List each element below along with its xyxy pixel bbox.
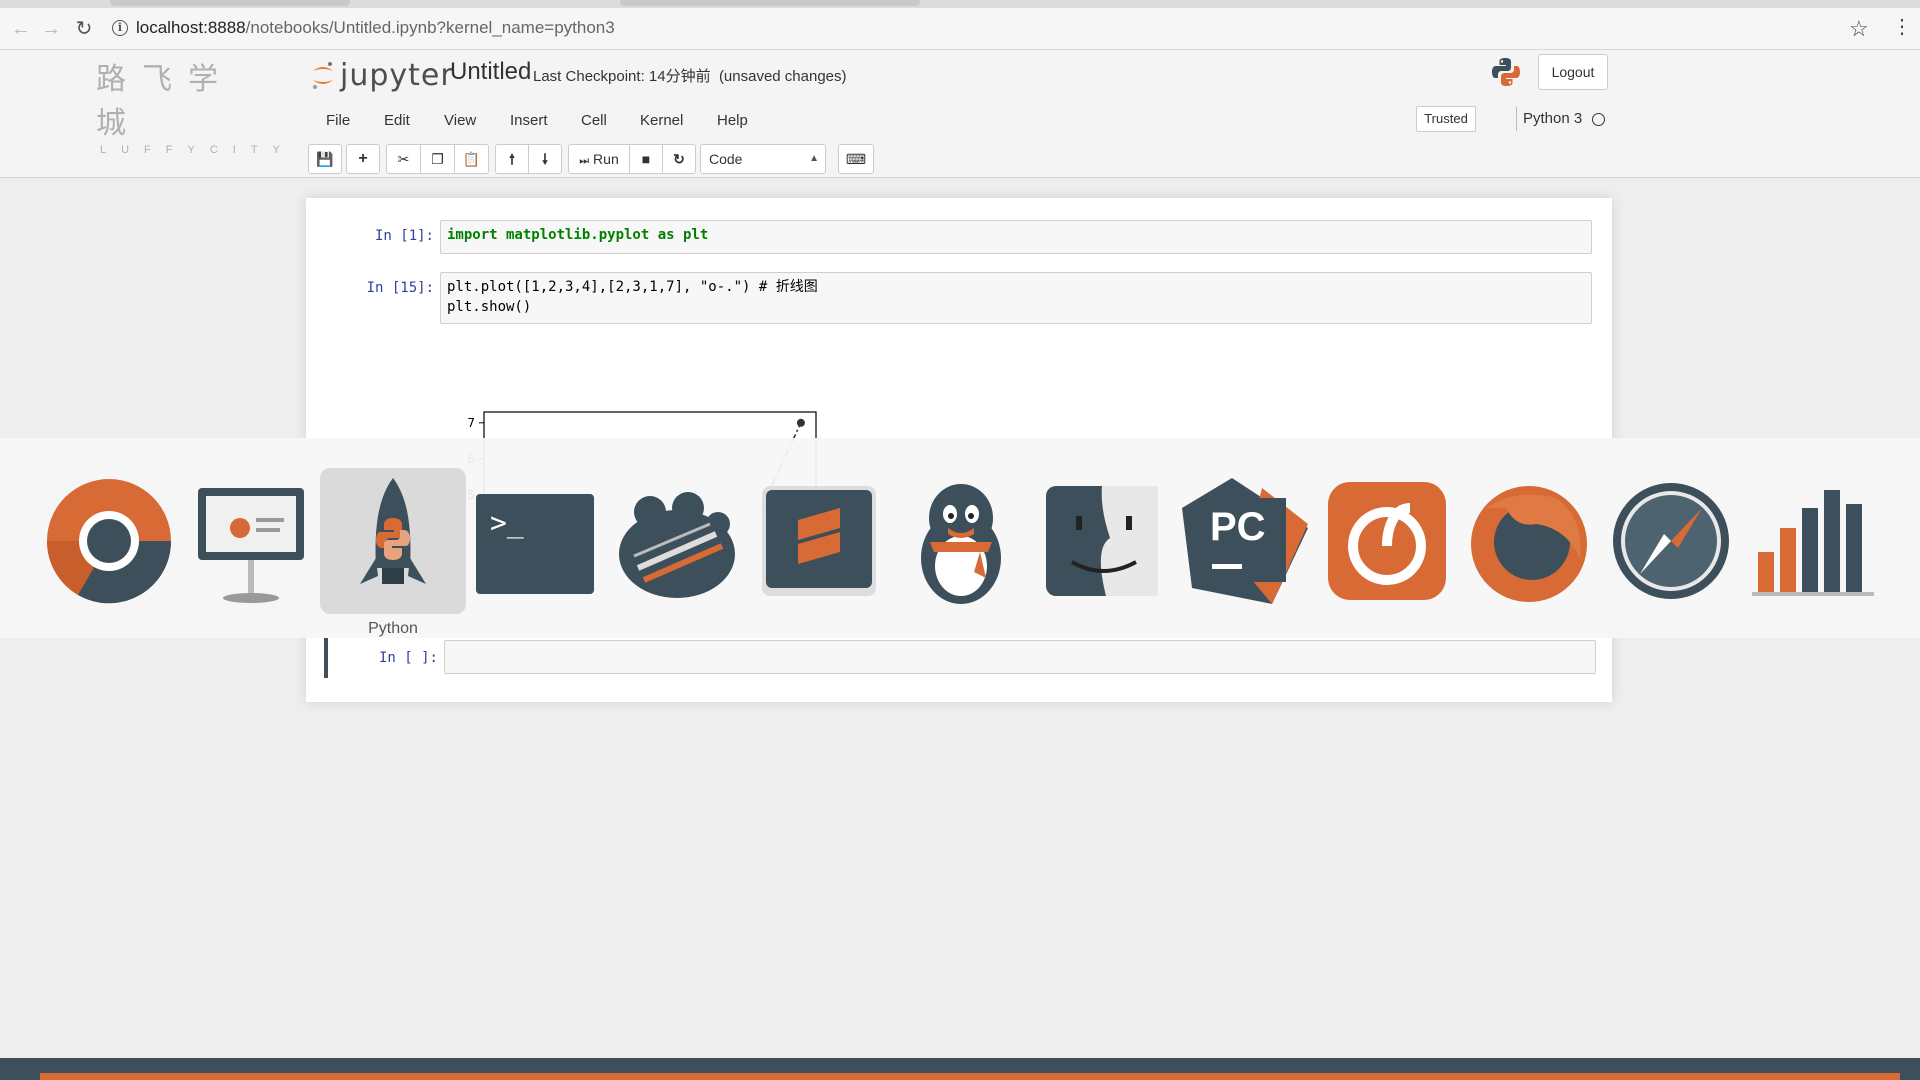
menu-edit[interactable]: Edit bbox=[384, 106, 410, 136]
run-button[interactable]: ⏭ Run bbox=[568, 144, 630, 174]
run-label: Run bbox=[593, 151, 619, 167]
terminal-icon[interactable]: >_ bbox=[462, 468, 608, 614]
browser-menu-icon[interactable]: ⋮ bbox=[1892, 16, 1912, 38]
cell-prompt: In [1]: bbox=[374, 228, 434, 244]
move-down-icon[interactable]: 🠗 bbox=[528, 144, 562, 174]
brand-en: LUFFYCITY bbox=[100, 144, 295, 156]
browser-tab[interactable] bbox=[110, 0, 350, 6]
reload-icon[interactable]: ↻ bbox=[73, 18, 95, 40]
checkpoint-status: Last Checkpoint: 14分钟前 (unsaved changes) bbox=[533, 65, 847, 86]
back-arrow-icon[interactable]: ← bbox=[10, 18, 32, 40]
copy-icon[interactable]: ❐ bbox=[420, 144, 455, 174]
data-point bbox=[796, 418, 805, 427]
url-path: /notebooks/Untitled.ipynb?kernel_name=py… bbox=[245, 18, 615, 37]
code-line: plt.plot([1,2,3,4],[2,3,1,7], "o-.") # 折… bbox=[447, 279, 818, 295]
tab-strip bbox=[0, 0, 1920, 8]
cell-type-select[interactable]: Code▲▼ bbox=[700, 144, 826, 192]
insert-cell-icon[interactable]: + bbox=[346, 144, 380, 174]
jupyter-header: 路飞学城 LUFFYCITY jupyter Untitled Last Che… bbox=[0, 50, 1920, 192]
address-bar: ← → ↻ i localhost:8888/notebooks/Untitle… bbox=[0, 8, 1920, 50]
firefox-icon[interactable] bbox=[1456, 468, 1602, 614]
unsaved-indicator: (unsaved changes) bbox=[718, 68, 847, 85]
app-switcher: >_ PC Python bbox=[0, 438, 1920, 638]
kernel-idle-indicator-icon bbox=[1592, 113, 1605, 126]
menu-help[interactable]: Help bbox=[717, 106, 748, 136]
cell-prompt: In [15]: bbox=[366, 280, 434, 296]
menu-kernel[interactable]: Kernel bbox=[640, 106, 683, 136]
menu-cell[interactable]: Cell bbox=[581, 106, 607, 136]
browser-tab[interactable] bbox=[620, 0, 920, 6]
numbers-icon[interactable] bbox=[1740, 468, 1886, 614]
cut-icon[interactable]: ✂ bbox=[386, 144, 421, 174]
y-tick-label: 7 bbox=[467, 416, 475, 430]
code-cell-selected[interactable]: In [ ]: bbox=[324, 638, 1596, 678]
safari-icon[interactable] bbox=[1598, 468, 1744, 614]
qq-icon[interactable] bbox=[888, 468, 1034, 614]
taskbar-strip bbox=[0, 1058, 1920, 1080]
logout-button[interactable]: Logout bbox=[1538, 54, 1608, 90]
cell-type-value: Code bbox=[709, 151, 743, 167]
interrupt-kernel-icon[interactable]: ■ bbox=[629, 144, 663, 174]
python-launcher-icon[interactable] bbox=[320, 468, 466, 614]
cell-input[interactable]: plt.plot([1,2,3,4],[2,3,1,7], "o-.") # 折… bbox=[440, 272, 1592, 324]
menu-insert[interactable]: Insert bbox=[510, 106, 548, 136]
code-cell[interactable]: In [1]: import matplotlib.pyplot as plt bbox=[324, 220, 1594, 256]
jupyter-logo-icon bbox=[313, 62, 333, 89]
pycharm-icon[interactable]: PC bbox=[1172, 468, 1318, 614]
url-field[interactable]: localhost:8888/notebooks/Untitled.ipynb?… bbox=[136, 18, 615, 38]
run-icon: ⏭ bbox=[579, 155, 590, 167]
taskbar-accent bbox=[40, 1073, 1900, 1080]
cell-input[interactable]: import matplotlib.pyplot as plt bbox=[440, 220, 1592, 254]
keynote-icon[interactable] bbox=[178, 468, 324, 614]
move-up-icon[interactable]: 🠕 bbox=[495, 144, 529, 174]
video-editor-icon[interactable] bbox=[604, 468, 750, 614]
checkpoint-text: Last Checkpoint: 14分钟前 bbox=[533, 68, 711, 85]
sublime-text-icon[interactable] bbox=[746, 468, 892, 614]
jupyter-wordmark: jupyter bbox=[340, 58, 454, 93]
menu-file[interactable]: File bbox=[326, 106, 350, 136]
info-icon[interactable]: i bbox=[112, 20, 128, 36]
netease-music-icon[interactable] bbox=[1314, 468, 1460, 614]
svg-text:>_: >_ bbox=[490, 506, 524, 540]
svg-text:PC: PC bbox=[1210, 505, 1266, 549]
kernel-name: Python 3 bbox=[1516, 107, 1582, 131]
app-switcher-label: Python bbox=[368, 620, 418, 637]
keyboard-shortcuts-icon[interactable]: ⌨ bbox=[838, 144, 874, 174]
forward-arrow-icon[interactable]: → bbox=[40, 18, 62, 40]
chrome-icon[interactable] bbox=[36, 468, 182, 614]
notebook-title[interactable]: Untitled bbox=[450, 58, 531, 86]
trusted-indicator[interactable]: Trusted bbox=[1416, 106, 1476, 132]
finder-icon[interactable] bbox=[1030, 468, 1176, 614]
url-host: localhost:8888 bbox=[136, 18, 246, 37]
menu-view[interactable]: View bbox=[444, 106, 476, 136]
brand-cn: 路飞学城 bbox=[96, 62, 234, 141]
code-line: plt.show() bbox=[447, 299, 532, 315]
luffy-watermark-logo: 路飞学城 LUFFYCITY bbox=[96, 54, 295, 156]
paste-icon[interactable]: 📋 bbox=[454, 144, 489, 174]
restart-kernel-icon[interactable]: ↻ bbox=[662, 144, 696, 174]
cell-prompt: In [ ]: bbox=[378, 650, 438, 666]
cell-input[interactable] bbox=[444, 640, 1596, 674]
code-line: import matplotlib.pyplot as plt bbox=[447, 227, 709, 243]
save-icon[interactable]: 💾 bbox=[308, 144, 342, 174]
python-logo-icon bbox=[1492, 58, 1520, 86]
bookmark-star-icon[interactable]: ☆ bbox=[1849, 16, 1869, 42]
